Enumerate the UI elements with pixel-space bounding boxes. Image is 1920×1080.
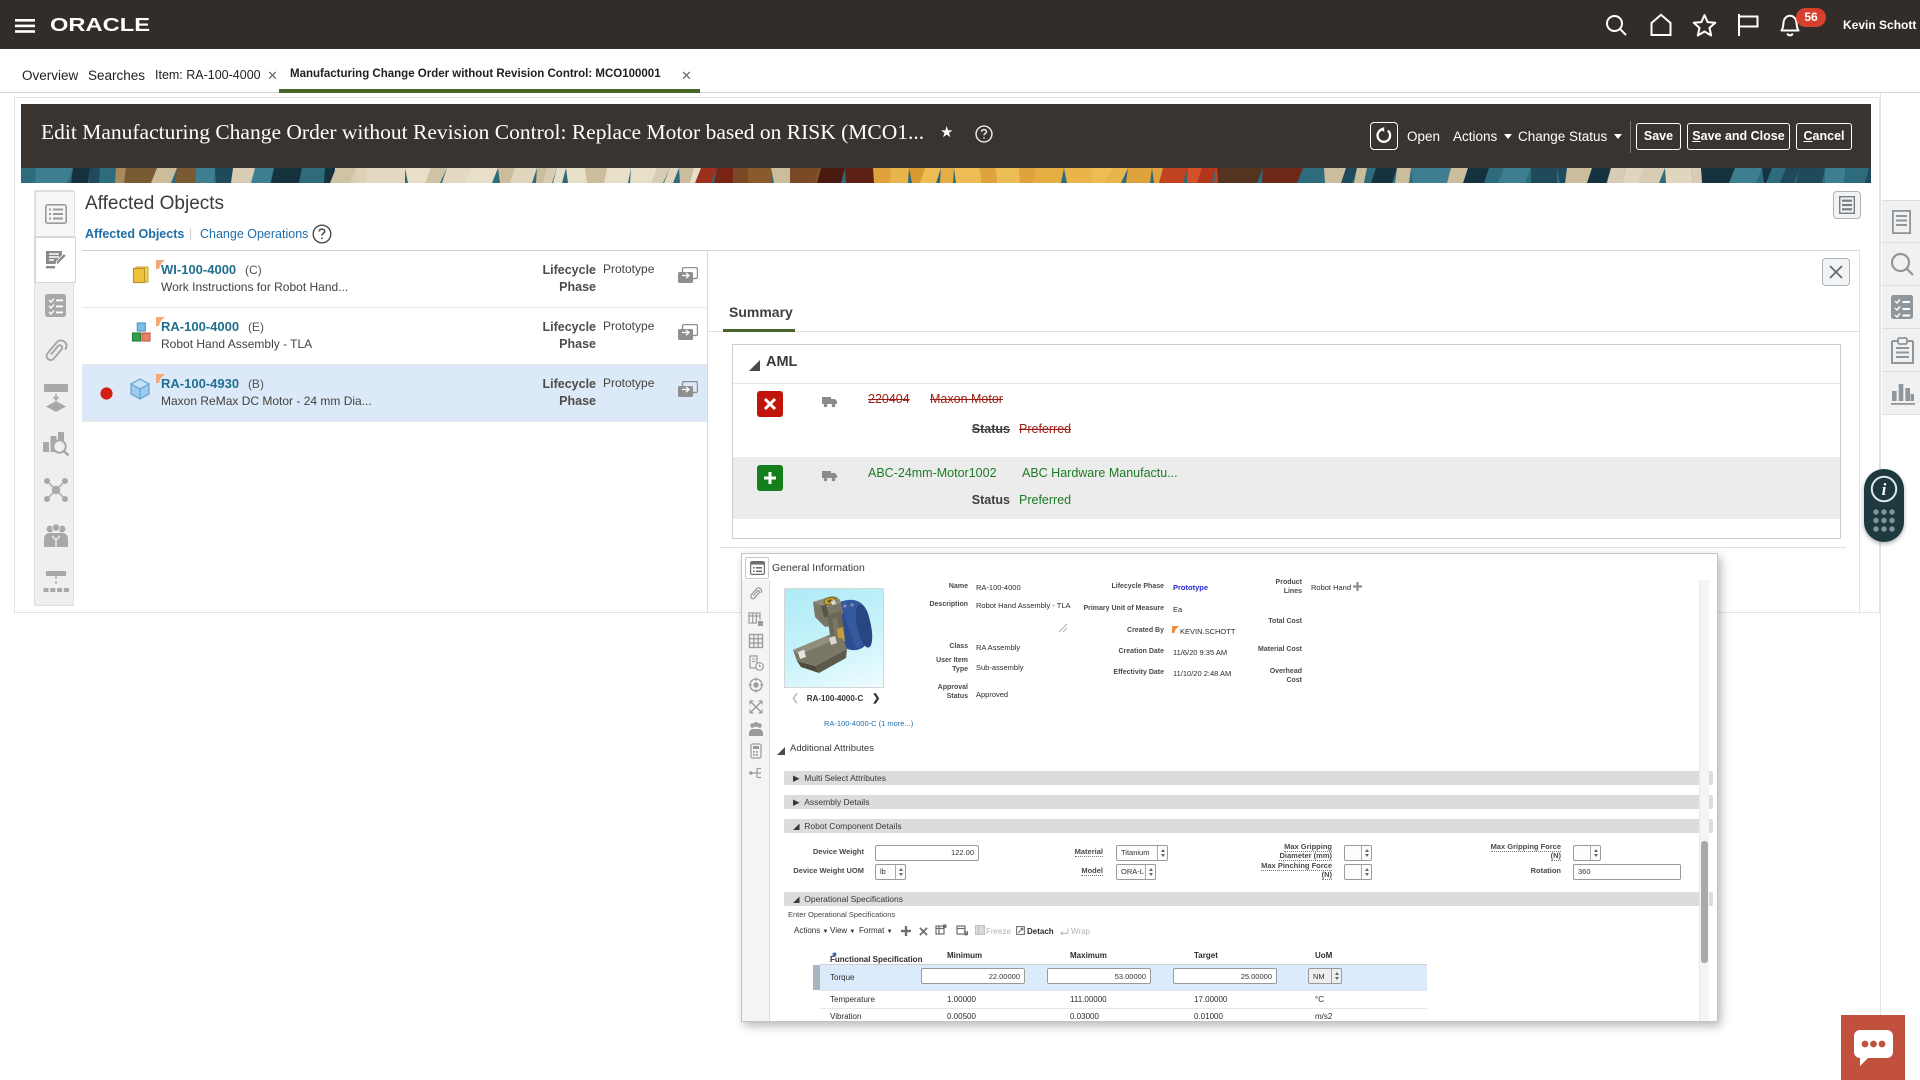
svg-text:i: i: [1882, 480, 1887, 499]
svg-text:ORACLE: ORACLE: [50, 16, 150, 34]
